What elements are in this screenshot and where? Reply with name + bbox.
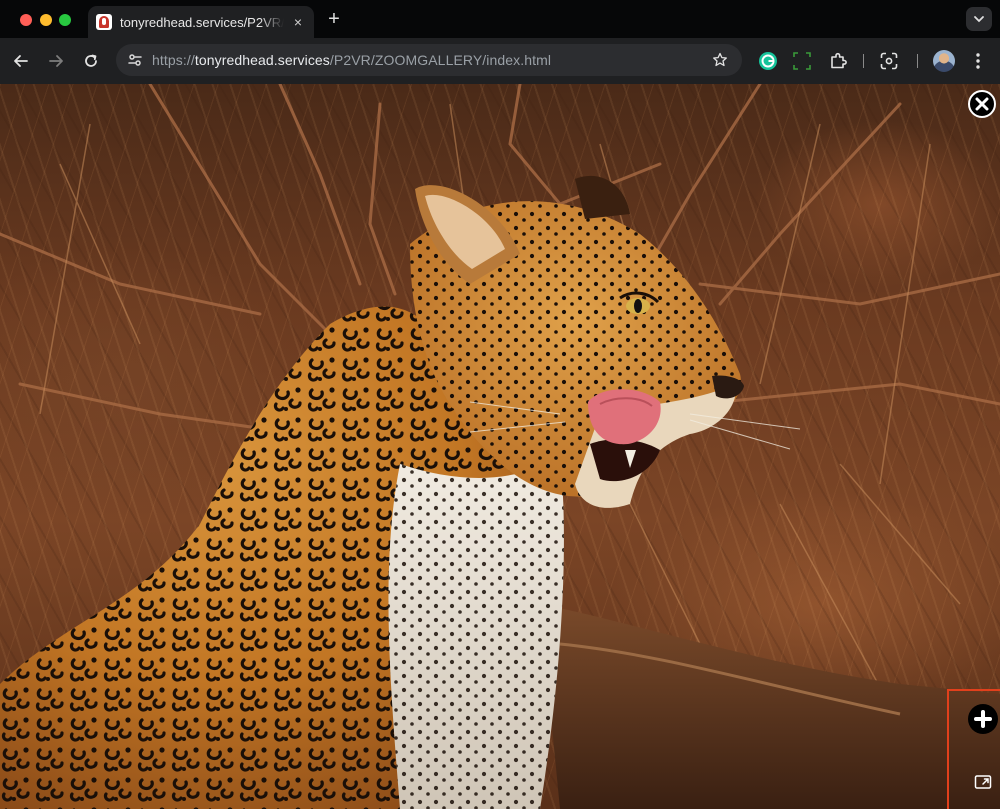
tab-close-icon[interactable]: × (290, 14, 306, 30)
toolbar-separator (863, 54, 864, 68)
window-close-button[interactable] (20, 14, 32, 26)
back-button[interactable] (10, 50, 32, 72)
address-bar[interactable]: https://tonyredhead.services/P2VR/ZOOMGA… (116, 44, 742, 76)
grammarly-icon (759, 52, 777, 70)
zoom-gallery-viewport[interactable] (0, 84, 1000, 809)
forward-icon (49, 55, 63, 67)
forward-button[interactable] (45, 50, 67, 72)
close-icon (975, 97, 989, 111)
profile-avatar[interactable] (933, 50, 955, 72)
url-text: https://tonyredhead.services/P2VR/ZOOMGA… (152, 52, 551, 68)
bookmark-button[interactable] (710, 50, 730, 70)
url-scheme: https:// (152, 52, 195, 68)
back-icon (14, 55, 28, 67)
tab-title: tonyredhead.services/P2VR/ZOOMGALLERY/in… (120, 14, 284, 30)
url-path: /P2VR/ZOOMGALLERY/index.html (329, 52, 552, 68)
extensions-icon (831, 52, 847, 69)
window-minimize-button[interactable] (40, 14, 52, 26)
toolbar-separator (917, 54, 918, 68)
zoom-in-button[interactable] (968, 704, 998, 734)
close-gallery-button[interactable] (968, 90, 996, 118)
chevron-down-icon (974, 16, 984, 23)
reload-icon (85, 54, 97, 67)
lens-icon (880, 52, 898, 70)
screen-capture-icon (793, 52, 811, 70)
url-host: tonyredhead.services (194, 52, 330, 68)
fullscreen-icon (974, 775, 992, 789)
leopard-photo (0, 84, 1000, 809)
bookmark-star-icon (713, 52, 727, 67)
zoom-in-icon (974, 710, 992, 728)
fullscreen-button[interactable] (970, 770, 996, 794)
tab-strip: tonyredhead.services/P2VR/ZOOMGALLERY/in… (0, 0, 1000, 38)
grammarly-extension-button[interactable] (757, 50, 779, 72)
new-tab-button[interactable]: + (323, 8, 345, 30)
more-menu-icon (976, 53, 980, 69)
reload-button[interactable] (80, 50, 102, 72)
site-favicon-icon (96, 14, 112, 30)
window-zoom-button[interactable] (59, 14, 71, 26)
active-tab[interactable]: tonyredhead.services/P2VR/ZOOMGALLERY/in… (88, 6, 314, 38)
screen-capture-button[interactable] (791, 50, 813, 72)
site-info-icon (128, 54, 142, 66)
extensions-button[interactable] (827, 50, 849, 72)
site-info-button[interactable] (124, 49, 146, 71)
browser-toolbar: https://tonyredhead.services/P2VR/ZOOMGA… (0, 38, 1000, 84)
lens-button[interactable] (878, 50, 900, 72)
more-menu-button[interactable] (967, 50, 989, 72)
tab-search-button[interactable] (966, 7, 992, 31)
